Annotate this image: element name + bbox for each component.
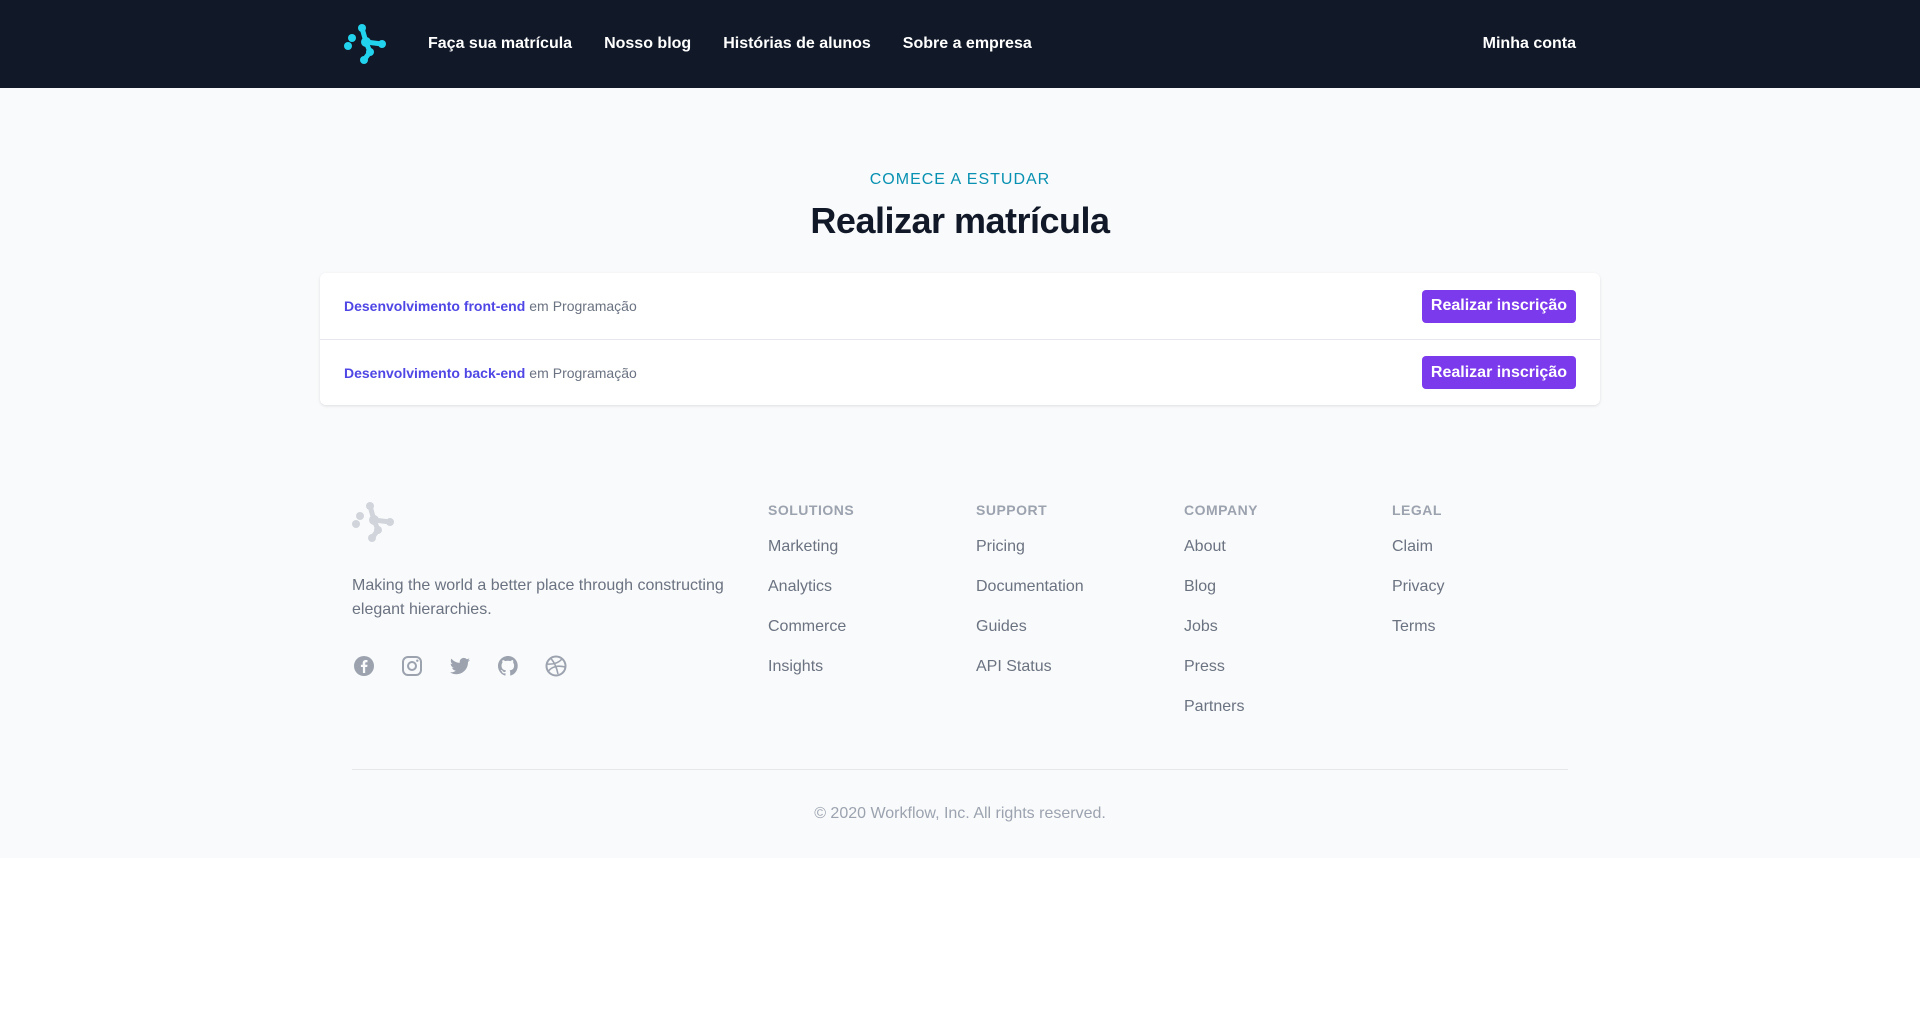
page-background [0,0,1920,858]
footer-link[interactable]: Pricing [976,538,1025,555]
footer-link[interactable]: Privacy [1392,578,1444,595]
footer-link[interactable]: Insights [768,658,823,675]
footer-link[interactable]: Commerce [768,618,846,635]
footer-link[interactable]: API Status [976,658,1052,675]
dribbble-icon[interactable] [544,654,568,678]
instagram-icon[interactable] [400,654,424,678]
course-row: Desenvolvimento front-end em Programação… [320,273,1600,339]
top-navigation-bar: Faça sua matrícula Nosso blog Histórias … [0,0,1920,88]
footer-column-legal: Legal Claim Privacy Terms [1392,502,1572,657]
social-links [352,654,568,678]
enroll-button[interactable]: Realizar inscrição [1421,289,1576,323]
account-link[interactable]: Minha conta [1483,35,1576,53]
footer-link[interactable]: About [1184,538,1226,555]
course-name[interactable]: Desenvolvimento front-end [344,298,525,314]
main-nav: Faça sua matrícula Nosso blog Histórias … [428,35,1032,53]
course-category: Programação [552,364,637,381]
course-list: Desenvolvimento front-end em Programação… [320,273,1600,405]
course-row: Desenvolvimento back-end em Programação … [320,339,1600,405]
footer-column-solutions: Solutions Marketing Analytics Commerce I… [768,502,948,697]
enroll-button[interactable]: Realizar inscrição [1421,356,1576,389]
footer-link[interactable]: Jobs [1184,618,1218,635]
footer-heading: Support [976,502,1048,518]
course-connector: em [529,298,549,314]
footer-link[interactable]: Press [1184,658,1225,675]
course-category: Programação [552,298,637,314]
section-eyebrow: COMECE A ESTUDAR [869,171,1051,188]
facebook-icon[interactable] [352,654,376,678]
footer-heading: Solutions [768,502,855,518]
footer-link[interactable]: Analytics [768,578,832,595]
footer-link[interactable]: Guides [976,618,1027,635]
course-name[interactable]: Desenvolvimento back-end [344,365,525,381]
footer-column-company: Company About Blog Jobs Press Partners [1184,502,1364,737]
nav-item-historias[interactable]: Histórias de alunos [723,35,871,53]
brand-logo-icon[interactable] [344,24,388,64]
footer-description: Making the world a better place through … [352,577,724,618]
footer-link[interactable]: Partners [1184,698,1244,715]
twitter-icon[interactable] [448,654,472,678]
footer-link[interactable]: Marketing [768,538,838,555]
nav-item-matricula[interactable]: Faça sua matrícula [428,35,572,53]
footer-link[interactable]: Terms [1392,618,1436,635]
nav-item-blog[interactable]: Nosso blog [604,35,691,53]
footer-column-support: Support Pricing Documentation Guides API… [976,502,1156,697]
nav-item-sobre[interactable]: Sobre a empresa [903,35,1032,53]
footer-divider [352,769,1568,770]
footer-link[interactable]: Documentation [976,578,1084,595]
footer-heading: Company [1184,502,1259,518]
course-connector: em [529,364,549,381]
footer-logo-icon [352,502,394,542]
footer-heading: Legal [1392,502,1442,518]
github-icon[interactable] [496,654,520,678]
page-title: Realizar matrícula [810,200,1110,241]
copyright-text: © 2020 Workflow, Inc. All rights reserve… [814,805,1106,822]
footer-link[interactable]: Claim [1392,538,1433,555]
footer-link[interactable]: Blog [1184,578,1216,595]
